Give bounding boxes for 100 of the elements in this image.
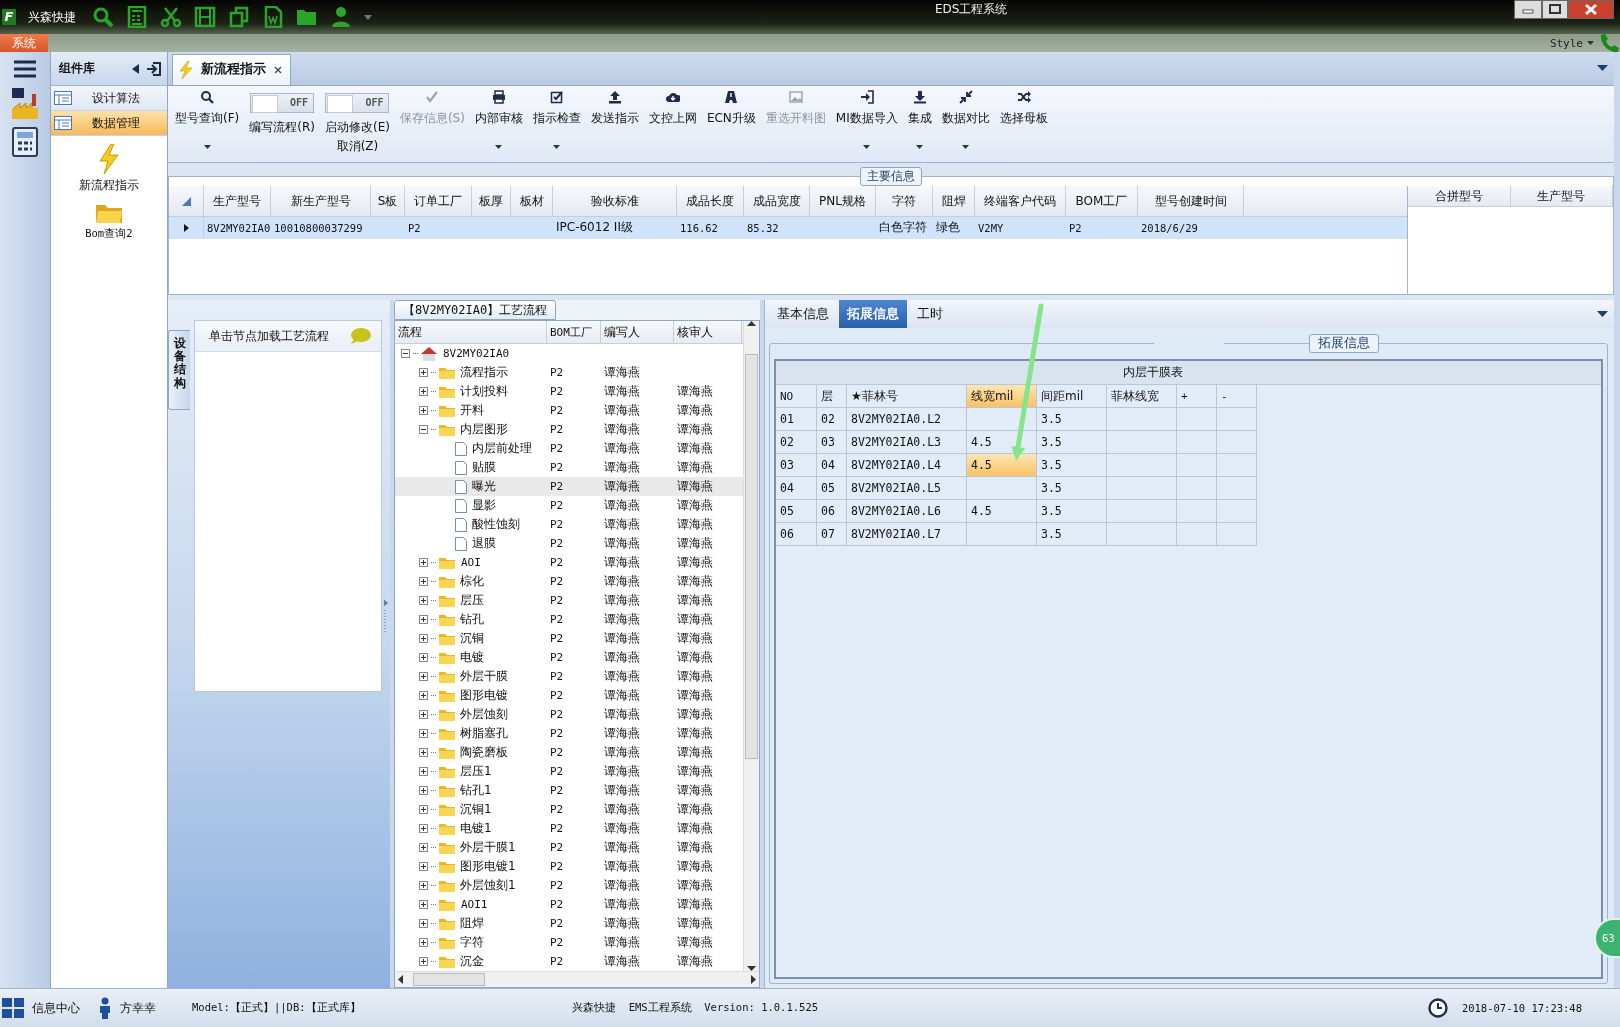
expand-icon[interactable] [419,957,428,966]
table-cell[interactable]: 3.5 [1037,431,1107,454]
document-icon[interactable] [262,6,284,28]
expand-icon[interactable] [419,406,428,415]
table-cell[interactable]: 06 [776,523,817,546]
tree-row[interactable]: 层压1 P2 谭海燕 谭海燕 [395,762,743,781]
toolbar-button[interactable]: 指示检查 [529,85,584,152]
column-header[interactable]: 层 [817,385,847,408]
tree-row[interactable]: 图形电镀 P2 谭海燕 谭海燕 [395,686,743,705]
tree-row[interactable]: AOI P2 谭海燕 谭海燕 [395,553,743,572]
column-header[interactable]: + [1177,385,1217,408]
expand-icon[interactable] [419,634,428,643]
column-header[interactable]: 字符 [876,186,933,217]
table-cell[interactable]: 07 [817,523,847,546]
table-cell[interactable]: 8V2MY02IA0.L6 [847,500,967,523]
scrollbar[interactable] [743,321,759,971]
tree-row[interactable]: 图形电镀1 P2 谭海燕 谭海燕 [395,857,743,876]
tree-row[interactable]: 酸性蚀刻 P2 谭海燕 谭海燕 [395,515,743,534]
tree-row[interactable]: 贴膜 P2 谭海燕 谭海燕 [395,458,743,477]
caret-icon[interactable] [1587,41,1594,45]
toolbar-button[interactable]: 内部审核 [471,85,526,152]
grid-icon[interactable] [2,998,24,1018]
table-cell[interactable]: 3.5 [1037,523,1107,546]
tree-row[interactable]: 阻焊 P2 谭海燕 谭海燕 [395,914,743,933]
copy-icon[interactable] [228,6,250,28]
user-icon[interactable] [330,6,352,28]
table-cell[interactable]: 02 [817,408,847,431]
search-icon[interactable] [92,6,114,28]
tree-row[interactable]: 沉铜1 P2 谭海燕 谭海燕 [395,800,743,819]
expand-icon[interactable] [419,767,428,776]
empty-cell[interactable] [1217,408,1257,431]
expand-icon[interactable] [419,558,428,567]
expand-icon[interactable] [419,691,428,700]
empty-cell[interactable] [1107,523,1177,546]
empty-cell[interactable] [1217,500,1257,523]
tree-row[interactable]: 沉铜 P2 谭海燕 谭海燕 [395,629,743,648]
empty-cell[interactable] [1177,500,1217,523]
phone-icon[interactable] [1598,33,1620,53]
table-cell[interactable]: 02 [776,431,817,454]
tree-row[interactable]: 内层图形 P2 谭海燕 谭海燕 [395,420,743,439]
expand-icon[interactable] [419,596,428,605]
column-header[interactable]: 型号创建时间 [1138,186,1244,217]
empty-cell[interactable] [1107,454,1177,477]
scrollbar[interactable] [395,971,759,987]
scissors-icon[interactable] [160,6,182,28]
table-cell[interactable]: 06 [817,500,847,523]
table-cell[interactable]: 8V2MY02IA0.L3 [847,431,967,454]
tree-row[interactable]: 棕化 P2 谭海燕 谭海燕 [395,572,743,591]
column-header[interactable]: 间距mil [1037,385,1107,408]
caret-icon[interactable] [364,14,372,20]
toggle-switch[interactable]: OFF [250,92,315,113]
collapse-icon[interactable] [132,63,139,74]
column-header[interactable]: - [1217,385,1257,408]
column-header[interactable]: 板厚 [472,186,511,217]
sidebar-item[interactable]: 数据管理 [50,111,167,136]
expand-icon[interactable] [419,900,428,909]
table-cell[interactable]: 03 [817,431,847,454]
empty-cell[interactable] [1107,500,1177,523]
empty-cell[interactable] [967,408,1037,431]
close-icon[interactable] [274,65,282,74]
table-cell[interactable]: 04 [776,477,817,500]
tree-row[interactable]: 沉金 P2 谭海燕 谭海燕 [395,952,743,971]
scroll-thumb[interactable] [745,353,758,759]
tool-label[interactable]: 新流程指示 [78,177,139,194]
expand-icon[interactable] [419,824,428,833]
tree-row[interactable]: 内层前处理 P2 谭海燕 谭海燕 [395,439,743,458]
expand-icon[interactable] [419,710,428,719]
tree-row[interactable]: 树脂塞孔 P2 谭海燕 谭海燕 [395,724,743,743]
tree-row[interactable]: 陶瓷磨板 P2 谭海燕 谭海燕 [395,743,743,762]
table-cell[interactable]: 03 [776,454,817,477]
film-icon[interactable] [194,6,216,28]
column-header[interactable]: 流程 [395,321,547,343]
maximize-icon[interactable] [1542,0,1568,19]
tree-row[interactable]: 外层蚀刻 P2 谭海燕 谭海燕 [395,705,743,724]
table-cell[interactable]: 3.5 [1037,454,1107,477]
tree-row[interactable]: 流程指示 P2 谭海燕 [395,363,743,382]
column-header[interactable]: BOM工厂 [1066,186,1138,217]
column-header[interactable]: 菲林线宽 [1107,385,1177,408]
column-header[interactable]: 成品宽度 [744,186,810,217]
empty-cell[interactable] [1177,477,1217,500]
toolbar-button[interactable]: 文控上网 [645,85,700,152]
column-header[interactable]: 生产型号 [1510,186,1613,207]
table-cell[interactable]: 8V2MY02IA0.L7 [847,523,967,546]
document-tab[interactable]: 新流程指示 [172,53,291,85]
table-cell[interactable]: 01 [776,408,817,431]
empty-cell[interactable] [1217,477,1257,500]
tool-label[interactable]: Bom查询2 [85,227,133,241]
toolbar-button[interactable]: ECN升级 [703,85,759,152]
expand-icon[interactable] [419,748,428,757]
tree-row[interactable]: 计划投料 P2 谭海燕 谭海燕 [395,382,743,401]
expand-icon[interactable] [419,729,428,738]
table-cell[interactable]: 8V2MY02IA0.L5 [847,477,967,500]
tree-row[interactable]: AOI1 P2 谭海燕 谭海燕 [395,895,743,914]
dropdown-icon[interactable] [1597,65,1608,71]
close-icon[interactable] [1568,0,1614,19]
expand-icon[interactable] [419,843,428,852]
tree-row[interactable]: 开料 P2 谭海燕 谭海燕 [395,401,743,420]
column-header[interactable]: 验收标准 [553,186,677,217]
tab[interactable]: 工时 [909,300,951,328]
expand-icon[interactable] [419,862,428,871]
